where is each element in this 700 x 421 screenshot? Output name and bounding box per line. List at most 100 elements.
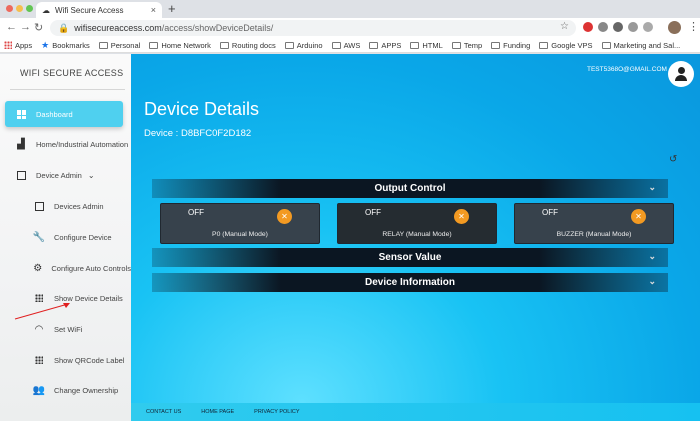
user-avatar[interactable] bbox=[668, 61, 694, 87]
toggle-close-icon[interactable]: ✕ bbox=[631, 209, 646, 224]
bookmark-folder[interactable]: AWS bbox=[331, 41, 360, 50]
reload-icon[interactable]: ↻ bbox=[34, 21, 43, 34]
bookmark-apps[interactable]: Apps bbox=[4, 41, 32, 50]
extension-icon[interactable] bbox=[598, 22, 608, 32]
output-state: OFF bbox=[365, 208, 381, 217]
bookmark-folder[interactable]: Personal bbox=[98, 41, 140, 50]
section-title: Output Control bbox=[374, 183, 446, 194]
output-label: BUZZER (Manual Mode) bbox=[556, 231, 632, 238]
folder-icon bbox=[284, 41, 294, 49]
folder-icon bbox=[331, 41, 341, 49]
user-icon bbox=[677, 67, 685, 74]
address-bar[interactable]: 🔒 wifisecureaccess.com/access/showDevice… bbox=[50, 20, 576, 36]
device-admin-icon bbox=[11, 170, 31, 180]
footer-link-privacy[interactable]: PRIVACY POLICY bbox=[254, 409, 299, 415]
toggle-close-icon[interactable]: ✕ bbox=[277, 209, 292, 224]
chevron-down-icon[interactable]: ⌄ bbox=[648, 182, 656, 193]
bookmark-folder[interactable]: Google VPS bbox=[539, 41, 593, 50]
qrcode-icon bbox=[29, 356, 49, 364]
section-output-control[interactable]: Output Control ⌄ bbox=[152, 179, 668, 198]
bookmark-folder[interactable]: Temp bbox=[451, 41, 482, 50]
folder-icon bbox=[149, 41, 159, 49]
folder-icon bbox=[601, 41, 611, 49]
bookmark-bookmarks[interactable]: ★ Bookmarks bbox=[41, 40, 90, 51]
gear-icon: ⚙ bbox=[33, 262, 43, 274]
section-sensor-value[interactable]: Sensor Value ⌄ bbox=[152, 248, 668, 267]
sidebar-item-device-admin[interactable]: Device Admin ⌄ bbox=[5, 162, 131, 188]
bookmark-star-icon[interactable]: ☆ bbox=[560, 21, 569, 32]
output-label: RELAY (Manual Mode) bbox=[382, 231, 452, 238]
browser-menu-icon[interactable]: ⋮ bbox=[688, 20, 699, 33]
output-card-relay: OFF ✕ RELAY (Manual Mode) bbox=[337, 203, 497, 244]
back-icon[interactable]: ← bbox=[6, 21, 17, 33]
url-path: /access/showDeviceDetails/ bbox=[161, 23, 274, 33]
sidebar-item-label: Dashboard bbox=[36, 109, 73, 119]
page-title: Device Details bbox=[144, 99, 260, 119]
sidebar-item-automation[interactable]: ▟ Home/Industrial Automation bbox=[5, 131, 131, 157]
extension-icon[interactable] bbox=[628, 22, 638, 32]
folder-icon bbox=[451, 41, 461, 49]
lock-icon: 🔒 bbox=[58, 22, 70, 33]
tab-close-icon[interactable]: × bbox=[151, 5, 156, 15]
browser-toolbar: ← → ↻ 🔒 wifisecureaccess.com/access/show… bbox=[0, 18, 700, 38]
close-window-icon[interactable] bbox=[6, 5, 13, 12]
sidebar-item-devices-admin[interactable]: Devices Admin bbox=[5, 193, 131, 219]
footer-link-home[interactable]: HOME PAGE bbox=[201, 409, 234, 415]
folder-icon bbox=[369, 41, 379, 49]
bookmark-folder[interactable]: Home Network bbox=[149, 41, 211, 50]
sidebar-item-qrcode-label[interactable]: Show QRCode Label bbox=[5, 347, 131, 373]
page: WIFI SECURE ACCESS Dashboard ▟ Home/Indu… bbox=[0, 54, 700, 421]
bookmark-folder[interactable]: Marketing and Sal... bbox=[601, 41, 680, 50]
output-card-buzzer: OFF ✕ BUZZER (Manual Mode) bbox=[514, 203, 674, 244]
sidebar: WIFI SECURE ACCESS Dashboard ▟ Home/Indu… bbox=[0, 54, 131, 421]
bookmark-folder[interactable]: Routing docs bbox=[219, 41, 276, 50]
maximize-window-icon[interactable] bbox=[26, 5, 33, 12]
device-id: Device : D8BFC0F2D182 bbox=[144, 128, 252, 139]
url-domain: wifisecureaccess.com bbox=[74, 23, 162, 33]
extension-icon[interactable] bbox=[613, 22, 623, 32]
sidebar-item-auto-controls[interactable]: ⚙ Configure Auto Controls bbox=[5, 255, 131, 281]
main-content: TEST5368O@GMAIL.COM Device Details Devic… bbox=[131, 54, 700, 421]
star-icon: ★ bbox=[41, 39, 50, 50]
bookmark-folder[interactable]: HTML bbox=[410, 41, 443, 50]
output-state: OFF bbox=[188, 208, 204, 217]
chevron-down-icon[interactable]: ⌄ bbox=[648, 251, 656, 262]
bookmark-folder[interactable]: APPS bbox=[369, 41, 401, 50]
chevron-down-icon: ⌄ bbox=[87, 170, 95, 180]
section-device-information[interactable]: Device Information ⌄ bbox=[152, 273, 668, 292]
history-icon[interactable]: ↺ bbox=[669, 154, 677, 165]
device-icon bbox=[29, 201, 49, 211]
folder-icon bbox=[491, 41, 501, 49]
sidebar-item-change-ownership[interactable]: 👥 Change Ownership bbox=[5, 377, 131, 403]
sidebar-item-dashboard[interactable]: Dashboard bbox=[5, 101, 123, 127]
section-title: Device Information bbox=[364, 277, 456, 288]
footer: CONTACT US HOME PAGE PRIVACY POLICY bbox=[131, 403, 700, 421]
browser-tab[interactable]: ☁ Wifi Secure Access × bbox=[36, 2, 162, 18]
sidebar-item-configure-device[interactable]: 🔧 Configure Device bbox=[5, 224, 131, 250]
annotation-arrow-icon bbox=[14, 303, 70, 320]
footer-link-contact[interactable]: CONTACT US bbox=[146, 409, 181, 415]
folder-icon bbox=[219, 41, 229, 49]
bookmark-folder[interactable]: Funding bbox=[491, 41, 530, 50]
bookmark-folder[interactable]: Arduino bbox=[284, 41, 323, 50]
output-card-p0: OFF ✕ P0 (Manual Mode) bbox=[160, 203, 320, 244]
extension-icon[interactable] bbox=[583, 22, 593, 32]
sidebar-item-label: Show QRCode Label bbox=[54, 355, 125, 365]
divider bbox=[10, 89, 125, 90]
bookmarks-bar: Apps ★ Bookmarks Personal Home Network Ro… bbox=[0, 38, 700, 53]
chevron-down-icon[interactable]: ⌄ bbox=[648, 276, 656, 287]
new-tab-button[interactable]: + bbox=[168, 1, 176, 16]
output-label: P0 (Manual Mode) bbox=[212, 231, 268, 238]
browser-tabstrip: ☁ Wifi Secure Access × + bbox=[0, 0, 700, 18]
wifi-icon: ◠ bbox=[34, 323, 44, 335]
user-email: TEST5368O@GMAIL.COM bbox=[587, 66, 667, 73]
forward-icon[interactable]: → bbox=[20, 21, 31, 33]
profile-avatar[interactable] bbox=[668, 21, 681, 34]
folder-icon bbox=[539, 41, 549, 49]
wrench-icon: 🔧 bbox=[32, 231, 46, 243]
extension-icon[interactable] bbox=[643, 22, 653, 32]
minimize-window-icon[interactable] bbox=[16, 5, 23, 12]
sidebar-item-label: Configure Device bbox=[54, 232, 112, 242]
sidebar-item-label: Devices Admin bbox=[54, 201, 104, 211]
toggle-close-icon[interactable]: ✕ bbox=[454, 209, 469, 224]
